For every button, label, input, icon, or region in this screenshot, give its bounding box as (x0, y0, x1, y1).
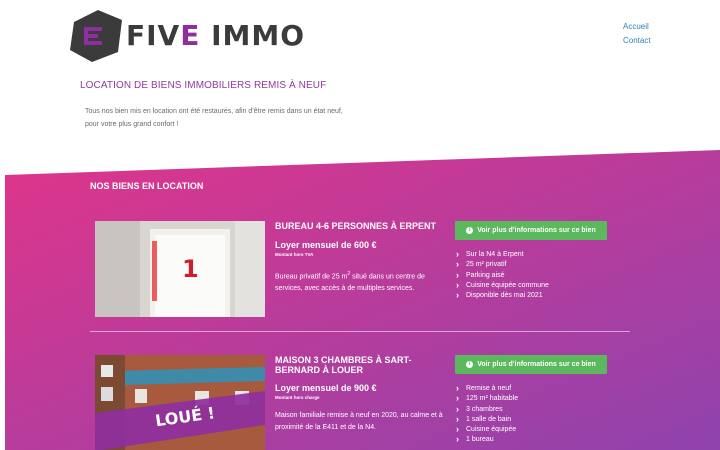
listing-description: Maison familiale remise à neuf en 2020, … (275, 412, 443, 431)
info-circle-icon: i (466, 227, 474, 234)
feature-item: Remise à neuf (455, 383, 518, 394)
nav-link-accueil[interactable]: Accueil (623, 20, 651, 34)
intro-line-2: pour votre plus grand confort ! (85, 121, 179, 128)
page-title: LOCATION DE BIENS IMMOBILIERS REMIS À NE… (80, 80, 327, 91)
info-circle-icon: i (466, 361, 474, 368)
listing-divider (90, 331, 630, 332)
brand-name-e: E (180, 19, 201, 52)
feature-item: Cuisine équipée (455, 424, 518, 435)
brand-name-part1: FIV (126, 19, 181, 52)
listing-photo[interactable]: LOUÉ ! (95, 355, 265, 450)
intro-line-1: Tous nos bien mis en location ont été re… (85, 108, 343, 115)
feature-item: Parking aisé (455, 270, 549, 281)
feature-list: Sur la N4 à Erpent 25 m² privatif Parkin… (455, 249, 549, 301)
site-header: FIVE IMMO Accueil Contact (0, 0, 720, 70)
logo-icon[interactable] (70, 10, 122, 62)
more-info-button[interactable]: i Voir plus d'informations sur ce bien (455, 221, 607, 240)
main-nav: Accueil Contact (623, 20, 651, 48)
feature-item: 25 m² privatif (455, 259, 549, 270)
listing-title: BUREAU 4-6 PERSONNES À ERPENT (275, 221, 437, 231)
feature-list: Remise à neuf 125 m² habitable 3 chambre… (455, 383, 518, 446)
price-note: Montant hors TVA (275, 252, 314, 257)
listing-description: Bureau privatif de 25 m2 situé dans un c… (275, 268, 445, 295)
listing-price: Loyer mensuel de 900 € (275, 383, 377, 393)
listing-price: Loyer mensuel de 600 € (275, 240, 377, 250)
brand-name-part2: IMMO (211, 19, 306, 52)
feature-item: 1 bureau (455, 434, 518, 445)
more-info-label: Voir plus d'informations sur ce bien (477, 227, 596, 234)
nav-link-contact[interactable]: Contact (623, 34, 651, 48)
feature-item: 1 salle de bain (455, 414, 518, 425)
listing-description-a: Bureau privatif de 25 m (275, 273, 348, 281)
brand-name[interactable]: FIVE IMMO (126, 19, 305, 52)
door-number: 1 (182, 255, 199, 283)
feature-item: Cuisine équipée commune (455, 280, 549, 291)
feature-item: 3 chambres (455, 404, 518, 415)
more-info-button[interactable]: i Voir plus d'informations sur ce bien (455, 355, 607, 374)
feature-item: 125 m² habitable (455, 393, 518, 404)
more-info-label: Voir plus d'informations sur ce bien (477, 361, 596, 368)
feature-item: Sur la N4 à Erpent (455, 249, 549, 260)
price-note: Montant hors charge (275, 395, 320, 400)
listing-photo[interactable]: 1 (95, 221, 265, 317)
listing-title: MAISON 3 CHAMBRES À SART-BERNARD À LOUER (275, 355, 412, 375)
intro-text: Tous nos bien mis en location ont été re… (85, 105, 385, 131)
feature-item: Disponible dès mai 2021 (455, 290, 549, 301)
section-title: NOS BIENS EN LOCATION (90, 181, 204, 191)
